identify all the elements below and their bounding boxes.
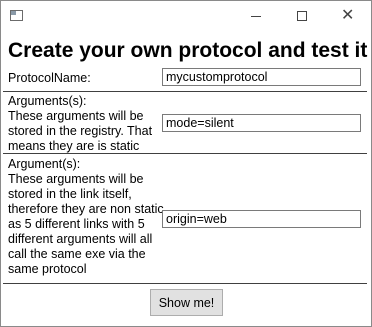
protocol-name-label: ProtocolName: — [8, 71, 91, 85]
minimize-icon — [251, 16, 261, 17]
static-arguments-label: Arguments(s): These arguments will be st… — [8, 94, 153, 153]
maximize-button[interactable] — [279, 1, 325, 31]
minimize-button[interactable] — [233, 1, 279, 31]
protocol-name-input[interactable]: mycustomprotocol — [162, 68, 361, 86]
title-bar[interactable]: ✕ — [1, 1, 371, 31]
static-arguments-input[interactable]: mode=silent — [162, 114, 361, 132]
divider — [3, 153, 367, 154]
app-window: ✕ Create your own protocol and test it P… — [0, 0, 372, 327]
link-arguments-input[interactable]: origin=web — [162, 210, 361, 228]
divider — [3, 283, 367, 284]
maximize-icon — [297, 11, 307, 21]
app-icon — [10, 10, 23, 21]
link-arguments-label: Argument(s): These arguments will be sto… — [8, 157, 164, 276]
page-title: Create your own protocol and test it — [8, 39, 368, 62]
close-button[interactable]: ✕ — [325, 1, 371, 31]
show-me-button[interactable]: Show me! — [150, 289, 223, 316]
divider — [3, 91, 367, 92]
close-icon: ✕ — [341, 5, 355, 24]
